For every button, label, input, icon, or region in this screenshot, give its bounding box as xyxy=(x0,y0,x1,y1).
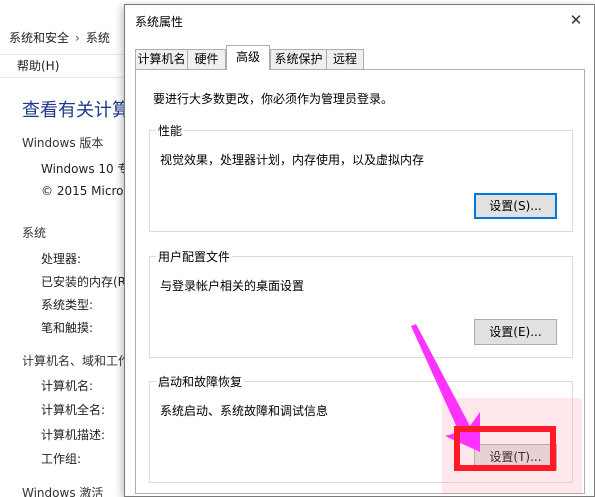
tab-hardware[interactable]: 硬件 xyxy=(187,49,226,69)
dialog-titlebar[interactable]: 系统属性 ✕ xyxy=(125,5,594,35)
tab-computer-name[interactable]: 计算机名 xyxy=(135,49,188,69)
group-description: 系统启动、系统故障和调试信息 xyxy=(160,404,329,418)
info-row: 计算机全名: xyxy=(41,403,106,417)
section-computer-name: 计算机名、域和工作组 xyxy=(22,354,130,368)
group-startup-recovery: 启动和故障恢复 系统启动、系统故障和调试信息 设置(T)... xyxy=(149,373,573,483)
admin-notice: 要进行大多数更改，你必须作为管理员登录。 xyxy=(153,92,394,106)
info-row: © 2015 Microso xyxy=(41,184,129,198)
chevron-right-icon: › xyxy=(75,31,80,45)
page-title: 查看有关计算机 xyxy=(22,100,132,121)
menu-help[interactable]: 帮助(H) xyxy=(17,59,59,73)
info-row: 笔和触摸: xyxy=(41,321,94,335)
dialog-title: 系统属性 xyxy=(135,15,184,29)
section-windows-edition: Windows 版本 xyxy=(22,136,104,150)
group-description: 与登录帐户相关的桌面设置 xyxy=(160,279,305,293)
startup-recovery-settings-button[interactable]: 设置(T)... xyxy=(474,444,557,470)
info-row: 计算机名: xyxy=(41,379,94,393)
group-title: 用户配置文件 xyxy=(156,248,233,265)
info-row: 已安装的内存(RAM xyxy=(41,275,129,289)
group-title: 启动和故障恢复 xyxy=(156,373,245,390)
info-row: 计算机描述: xyxy=(41,428,106,442)
performance-settings-button[interactable]: 设置(S)... xyxy=(474,193,557,219)
info-row: 系统类型: xyxy=(41,298,94,312)
info-row: 工作组: xyxy=(41,452,82,466)
section-system: 系统 xyxy=(22,226,47,240)
system-properties-dialog: 系统属性 ✕ 计算机名 硬件 高级 系统保护 远程 要进行大多数更改，你必须作为… xyxy=(124,4,595,497)
tab-remote[interactable]: 远程 xyxy=(326,49,364,69)
group-performance: 性能 视觉效果，处理器计划，内存使用，以及虚拟内存 设置(S)... xyxy=(149,122,573,232)
info-row: 处理器: xyxy=(41,252,82,266)
group-description: 视觉效果，处理器计划，内存使用，以及虚拟内存 xyxy=(160,153,425,167)
menu-bar: 帮助(H) xyxy=(0,54,130,78)
group-user-profiles: 用户配置文件 与登录帐户相关的桌面设置 设置(E)... xyxy=(149,248,573,358)
info-row: Windows 10 专业 xyxy=(41,162,129,176)
tab-system-protection[interactable]: 系统保护 xyxy=(270,49,327,69)
breadcrumb: 系统和安全 › 系统 xyxy=(0,26,130,50)
user-profiles-settings-button[interactable]: 设置(E)... xyxy=(474,319,557,345)
group-title: 性能 xyxy=(156,122,185,139)
breadcrumb-item-security[interactable]: 系统和安全 xyxy=(9,31,69,45)
breadcrumb-item-system[interactable]: 系统 xyxy=(86,31,110,45)
close-icon[interactable]: ✕ xyxy=(564,9,588,31)
tab-advanced[interactable]: 高级 xyxy=(226,45,270,70)
section-windows-activation: Windows 激活 xyxy=(22,486,104,497)
tab-panel-advanced: 要进行大多数更改，你必须作为管理员登录。 性能 视觉效果，处理器计划，内存使用，… xyxy=(135,69,585,494)
